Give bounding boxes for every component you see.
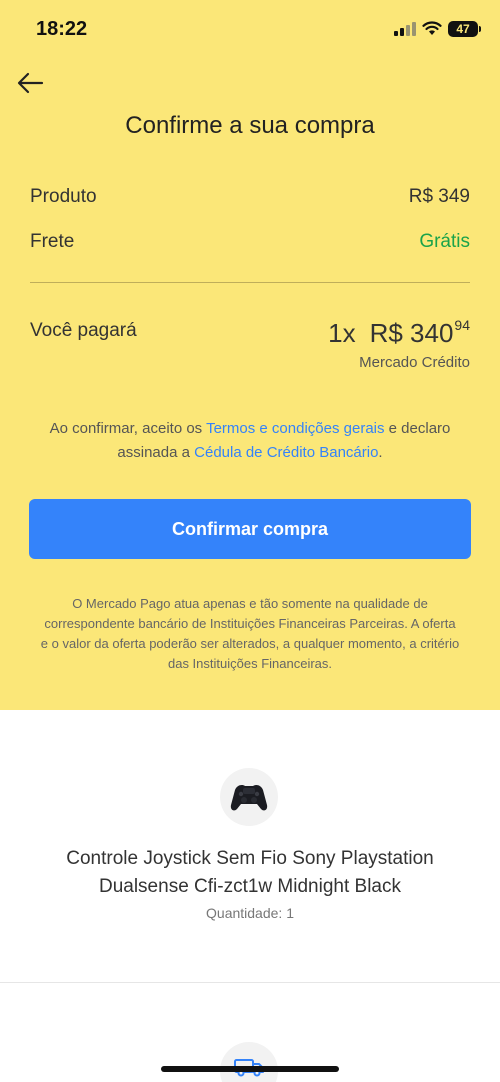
payment-amount: 1x R$ 34094 (328, 317, 470, 349)
installments: 1x (328, 318, 356, 348)
wifi-icon (422, 21, 442, 35)
signal-icon (394, 22, 416, 36)
terms-link[interactable]: Termos e condições gerais (206, 420, 384, 437)
page-title: Confirme a sua compra (125, 112, 375, 139)
battery-icon: 47 (448, 21, 478, 37)
terms-text-part: Ao confirmar, aceito os (49, 420, 207, 437)
shipping-image (220, 1042, 278, 1082)
disclaimer-text: O Mercado Pago atua apenas e tão somente… (40, 596, 460, 671)
terms-text: Ao confirmar, aceito os Termos e condiçõ… (20, 417, 480, 465)
payment-label: Você pagará (30, 320, 137, 341)
status-time: 18:22 (36, 18, 88, 40)
shipping-label: Frete (30, 231, 75, 252)
product-name: Controle Joystick Sem Fio Sony Playstati… (66, 848, 434, 897)
summary-divider (30, 282, 470, 283)
amount-main: R$ 340 (369, 318, 454, 348)
home-indicator[interactable] (161, 1066, 339, 1072)
gamepad-icon (230, 785, 268, 811)
battery-cap (479, 26, 481, 32)
confirm-purchase-button[interactable]: Confirmar compra (29, 499, 471, 559)
shipping-value: Grátis (419, 231, 470, 252)
section-divider (0, 982, 500, 983)
product-quantity: Quantidade: 1 (206, 905, 294, 921)
credit-note-link[interactable]: Cédula de Crédito Bancário (194, 444, 378, 461)
terms-text-part: . (378, 444, 383, 461)
status-bar: 18:22 47 (0, 0, 500, 60)
product-price: R$ 349 (408, 186, 470, 207)
back-arrow-icon[interactable] (16, 70, 44, 96)
truck-icon (234, 1059, 264, 1077)
product-image (220, 768, 278, 826)
payment-method: Mercado Crédito (359, 354, 470, 371)
product-label: Produto (30, 186, 97, 207)
amount-cents: 94 (454, 317, 470, 333)
